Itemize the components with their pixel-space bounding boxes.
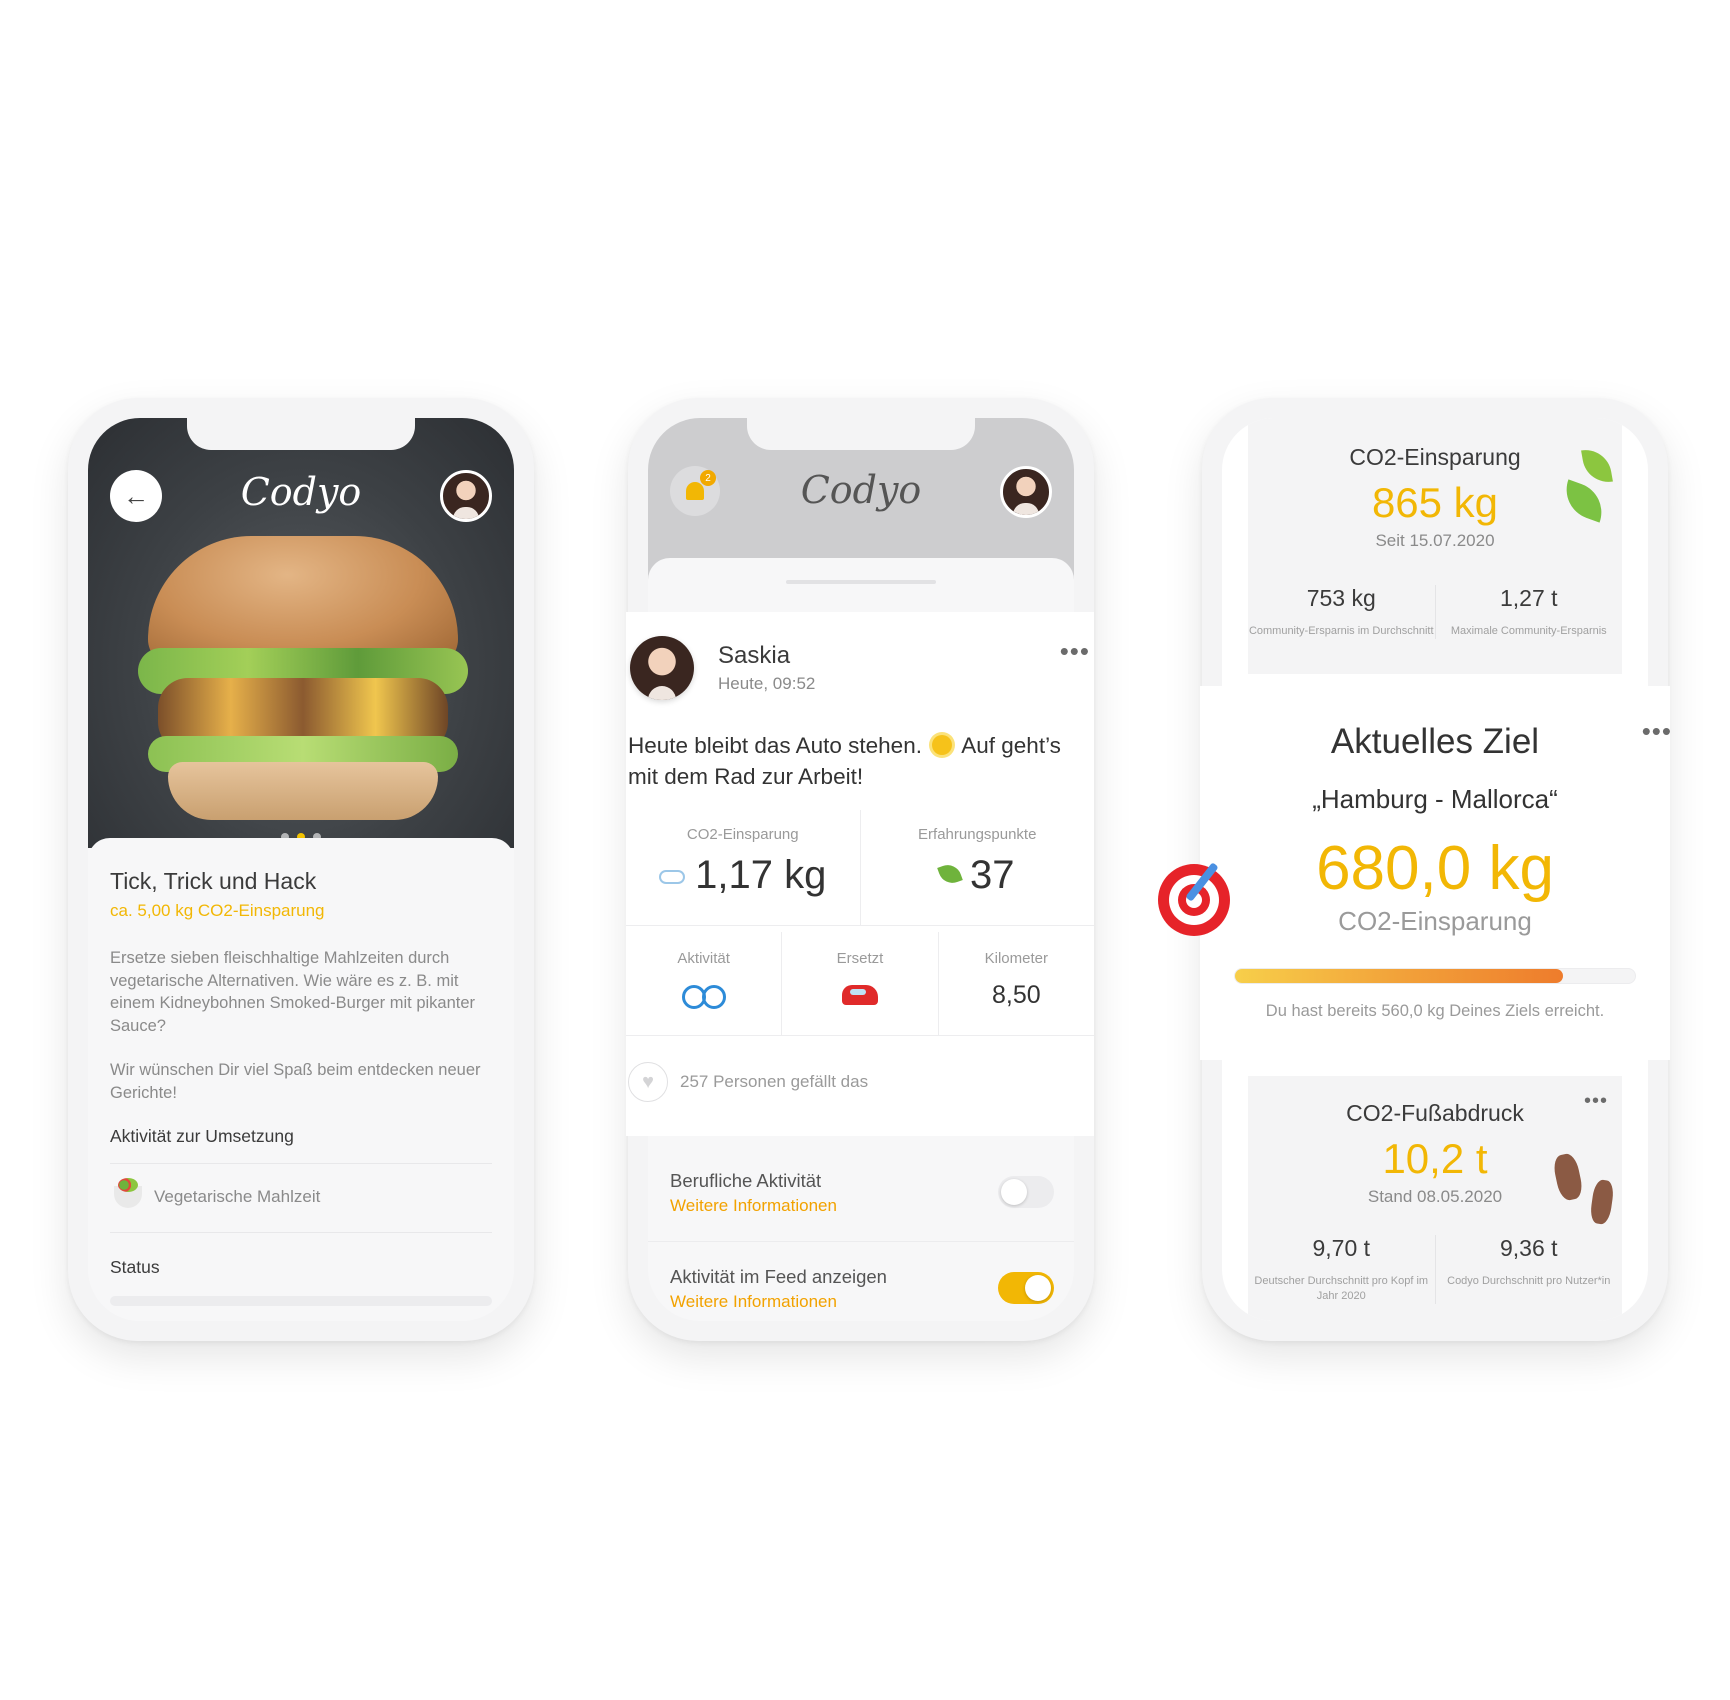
community-average: 753 kg Community-Ersparnis im Durchschni… bbox=[1248, 585, 1435, 639]
xp-stat: Erfahrungspunkte 37 bbox=[859, 810, 1095, 925]
status-bar bbox=[110, 1296, 492, 1306]
stat-label: Erfahrungspunkte bbox=[918, 826, 1037, 843]
savings-stats: 753 kg Community-Ersparnis im Durchschni… bbox=[1248, 585, 1622, 639]
detail-label: Ersetzt bbox=[836, 950, 884, 967]
cloud-icon bbox=[659, 870, 686, 884]
show-in-feed-toggle[interactable] bbox=[998, 1272, 1054, 1304]
mini-label: Community-Ersparnis im Durchschnitt bbox=[1248, 625, 1434, 637]
more-options-icon[interactable]: ••• bbox=[1584, 1091, 1608, 1111]
salad-bowl-icon bbox=[114, 1178, 142, 1208]
like-row: ♥ 257 Personen gefällt das bbox=[628, 1062, 868, 1102]
post-user[interactable]: Saskia bbox=[718, 642, 815, 670]
replaced-detail: Ersetzt bbox=[781, 932, 937, 1035]
footprint-card[interactable]: ••• CO2-Fußabdruck 10,2 t Stand 08.05.20… bbox=[1248, 1076, 1622, 1321]
footprints-icon bbox=[1551, 1152, 1615, 1238]
stat-value: 37 bbox=[861, 853, 1095, 898]
sheet bbox=[648, 558, 1074, 598]
footprint-stats: 9,70 t Deutscher Durchschnitt pro Kopf i… bbox=[1248, 1235, 1622, 1304]
recipe-card: Tick, Trick und Hack ca. 5,00 kg CO2-Ein… bbox=[88, 838, 514, 1321]
leaf-icon bbox=[937, 861, 963, 887]
activity-section-title: Aktivität zur Umsetzung bbox=[110, 1126, 294, 1146]
burger-illustration bbox=[138, 536, 468, 836]
km-detail: Kilometer 8,50 bbox=[937, 932, 1094, 1035]
sun-icon bbox=[932, 735, 953, 755]
stat-label: CO2-Einsparung bbox=[686, 826, 799, 843]
mini-value: 9,36 t bbox=[1499, 1235, 1558, 1261]
setting-professional: Berufliche Aktivität Weitere Information… bbox=[648, 1146, 1074, 1242]
recipe-saving: ca. 5,00 kg CO2-Einsparung bbox=[110, 901, 325, 920]
post-text-part: Heute bleibt das Auto stehen. bbox=[628, 733, 922, 758]
goal-label: CO2-Einsparung bbox=[1338, 906, 1532, 936]
post-header: Saskia Heute, 09:52 bbox=[630, 636, 815, 700]
phone-notch bbox=[187, 418, 415, 450]
goal-title: Aktuelles Ziel bbox=[1330, 722, 1540, 761]
settings-list: Berufliche Aktivität Weitere Information… bbox=[648, 1146, 1074, 1321]
recipe-description: Ersetze sieben fleischhaltige Mahlzeiten… bbox=[110, 949, 476, 1035]
bicycle-icon bbox=[681, 983, 726, 1009]
likes-count[interactable]: 257 Personen gefällt das bbox=[680, 1072, 868, 1092]
divider bbox=[110, 1232, 492, 1233]
detail-label: Aktivität bbox=[677, 950, 730, 967]
recipe-screen: ← Codyo Tick, Trick und Hack ca. 5,00 kg… bbox=[88, 418, 514, 1321]
mini-value: 1,27 t bbox=[1499, 585, 1558, 611]
status-label: Status bbox=[110, 1257, 160, 1277]
recipe-wish: Wir wünschen Dir viel Spaß beim entdecke… bbox=[110, 1061, 481, 1102]
mini-label: Deutscher Durchschnitt pro Kopf im Jahr … bbox=[1254, 1275, 1429, 1302]
current-goal-card[interactable]: ••• Aktuelles Ziel „Hamburg - Mallorca“ … bbox=[1200, 686, 1672, 1060]
savings-since: Seit 15.07.2020 bbox=[1375, 531, 1495, 550]
goal-note: Du hast bereits 560,0 kg Deines Ziels er… bbox=[1265, 1002, 1605, 1020]
goal-progress-fill bbox=[1235, 969, 1563, 983]
activity-item[interactable]: Vegetarische Mahlzeit bbox=[110, 1164, 492, 1232]
goal-progress-bar bbox=[1234, 968, 1636, 984]
phone-recipe: ← Codyo Tick, Trick und Hack ca. 5,00 kg… bbox=[68, 398, 534, 1341]
goal-value: 680,0 kg bbox=[1316, 834, 1554, 903]
car-icon bbox=[841, 985, 878, 1005]
like-button[interactable]: ♥ bbox=[628, 1062, 668, 1102]
sheet-handle[interactable] bbox=[786, 580, 936, 584]
profile-avatar[interactable] bbox=[1000, 466, 1052, 518]
mini-label: Maximale Community-Ersparnis bbox=[1450, 625, 1607, 637]
recipe-title: Tick, Trick und Hack bbox=[110, 868, 317, 894]
km-value: 8,50 bbox=[991, 981, 1041, 1009]
activity-item-label: Vegetarische Mahlzeit bbox=[154, 1187, 321, 1206]
feed-post: Saskia Heute, 09:52 ••• Heute bleibt das… bbox=[626, 612, 1094, 1136]
post-time: Heute, 09:52 bbox=[718, 674, 816, 693]
mini-label: Codyo Durchschnitt pro Nutzer*in bbox=[1447, 1275, 1611, 1287]
community-max: 1,27 t Maximale Community-Ersparnis bbox=[1434, 585, 1623, 639]
detail-label: Kilometer bbox=[984, 950, 1048, 967]
phone-notch bbox=[747, 418, 975, 450]
heart-icon: ♥ bbox=[642, 1070, 654, 1093]
profile-avatar[interactable] bbox=[440, 470, 492, 522]
mini-value: 753 kg bbox=[1306, 585, 1376, 611]
codyo-average: 9,36 t Codyo Durchschnitt pro Nutzer*in bbox=[1434, 1235, 1623, 1304]
post-text: Heute bleibt das Auto stehen. Auf geht’s… bbox=[628, 730, 1068, 792]
target-icon bbox=[1158, 856, 1232, 940]
user-avatar[interactable] bbox=[630, 636, 694, 700]
german-average: 9,70 t Deutscher Durchschnitt pro Kopf i… bbox=[1248, 1235, 1435, 1304]
post-stats: CO2-Einsparung 1,17 kg Erfahrungspunkte … bbox=[626, 810, 1094, 926]
co2-stat: CO2-Einsparung 1,17 kg bbox=[626, 810, 860, 925]
setting-show-in-feed: Aktivität im Feed anzeigen Weitere Infor… bbox=[648, 1242, 1074, 1321]
more-options-icon[interactable]: ••• bbox=[1642, 718, 1672, 744]
savings-card[interactable]: CO2-Einsparung 865 kg Seit 15.07.2020 75… bbox=[1248, 418, 1622, 674]
activity-detail: Aktivität bbox=[626, 932, 781, 1035]
post-details: Aktivität Ersetzt Kilometer 8,50 bbox=[626, 932, 1094, 1036]
professional-toggle[interactable] bbox=[998, 1176, 1054, 1208]
more-options-icon[interactable]: ••• bbox=[1060, 638, 1090, 664]
footprint-title: CO2-Fußabdruck bbox=[1346, 1100, 1524, 1126]
stat-value: 1,17 kg bbox=[626, 853, 860, 898]
leaves-icon bbox=[1540, 446, 1613, 528]
mini-value: 9,70 t bbox=[1312, 1235, 1371, 1261]
goal-name: „Hamburg - Mallorca“ bbox=[1312, 784, 1558, 814]
